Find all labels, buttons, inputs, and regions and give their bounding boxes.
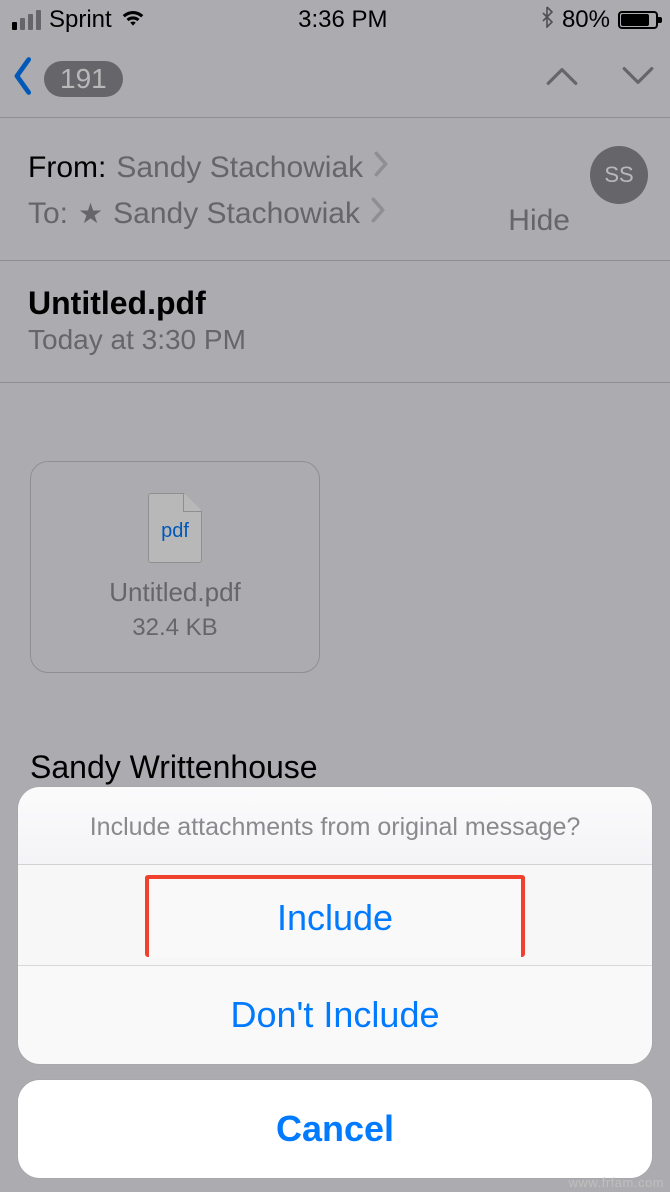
include-button[interactable]: Include: [145, 875, 525, 957]
dont-include-button[interactable]: Don't Include: [18, 966, 652, 1064]
cancel-button[interactable]: Cancel: [18, 1080, 652, 1178]
watermark: www.frfam.com: [569, 1175, 664, 1190]
action-sheet-cancel-group: Cancel: [18, 1080, 652, 1178]
action-sheet-group: Include attachments from original messag…: [18, 787, 652, 1064]
action-sheet: Include attachments from original messag…: [18, 787, 652, 1178]
action-sheet-message: Include attachments from original messag…: [18, 787, 652, 865]
